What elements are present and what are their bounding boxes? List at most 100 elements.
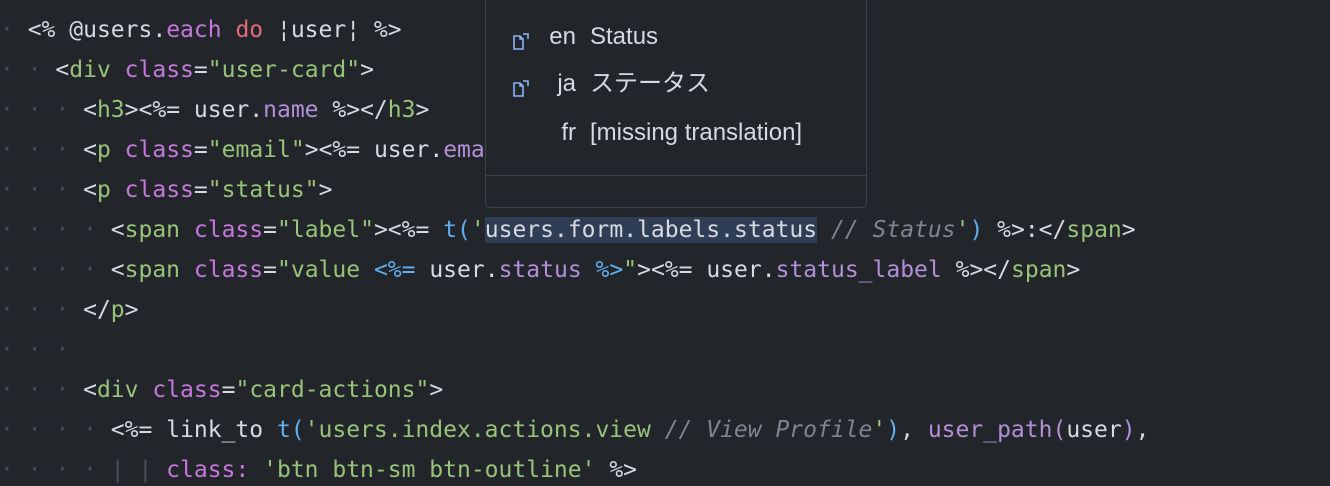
translation-lang: en bbox=[549, 23, 576, 50]
code-token: div bbox=[96, 377, 139, 403]
code-token: " bbox=[623, 257, 638, 283]
code-token: name bbox=[263, 97, 319, 123]
indent-guide: · · · bbox=[0, 337, 84, 363]
code-token: %></ bbox=[941, 257, 1011, 283]
code-token: p bbox=[110, 297, 125, 323]
indent-guide: · bbox=[0, 17, 28, 43]
code-token: < bbox=[83, 97, 97, 123]
code-token: status_label bbox=[775, 257, 942, 283]
code-token: user_path( bbox=[927, 417, 1067, 443]
translation-lang: fr bbox=[561, 119, 576, 146]
code-line[interactable]: · · · <p class="status"> bbox=[0, 170, 332, 210]
code-token: user bbox=[1066, 417, 1122, 443]
code-line[interactable]: · · <div class="user-card"> bbox=[0, 50, 374, 90]
code-token: %> bbox=[595, 457, 638, 483]
indent-guide: · · · bbox=[0, 177, 84, 203]
code-token: class bbox=[152, 377, 222, 403]
code-line[interactable]: · · · <div class="card-actions"> bbox=[0, 370, 443, 410]
translation-row-en[interactable]: en Status bbox=[486, 17, 866, 57]
code-line[interactable]: · <% @users.each do ¦user¦ %> bbox=[0, 10, 402, 50]
code-token: ' bbox=[872, 417, 887, 443]
code-token: = bbox=[193, 57, 208, 83]
code-token: < bbox=[83, 137, 97, 163]
code-token: > bbox=[1121, 217, 1136, 243]
code-token: < bbox=[110, 257, 125, 283]
code-token: "value bbox=[277, 257, 374, 283]
code-token: ><%= user. bbox=[637, 257, 776, 283]
code-token: = bbox=[263, 217, 277, 243]
code-token: = bbox=[193, 137, 208, 163]
code-token: > bbox=[415, 97, 430, 123]
translation-text: [missing translation] bbox=[590, 119, 803, 146]
code-token: = bbox=[193, 177, 208, 203]
code-token: ema bbox=[443, 137, 485, 163]
code-token: user. bbox=[415, 257, 499, 283]
code-token: ¦user¦ %> bbox=[263, 17, 402, 43]
code-token: ><%= user. bbox=[124, 97, 264, 123]
code-token: "card-actions" bbox=[235, 377, 430, 403]
code-token: p bbox=[96, 137, 111, 163]
code-token: <%= link_to bbox=[110, 417, 277, 443]
code-token: "label" bbox=[277, 217, 374, 243]
code-line[interactable]: · · · · <span class="label"><%= t('users… bbox=[0, 210, 1136, 250]
translation-row-ja[interactable]: ja ステータス bbox=[486, 64, 866, 104]
code-token: h3 bbox=[96, 97, 125, 123]
translation-lang: ja bbox=[557, 70, 576, 97]
code-token: p bbox=[96, 177, 111, 203]
code-token: do bbox=[235, 17, 264, 43]
indent-guide: · · · bbox=[0, 297, 84, 323]
code-token: < bbox=[83, 177, 97, 203]
code-line[interactable]: · · · · <%= link_to t('users.index.actio… bbox=[0, 410, 1149, 450]
code-token: > bbox=[124, 297, 139, 323]
code-token: <%= bbox=[373, 257, 416, 283]
code-token: class bbox=[124, 57, 194, 83]
indent-guide: · · · · bbox=[0, 217, 111, 243]
code-token: class bbox=[124, 177, 194, 203]
translation-row-fr[interactable]: fr [missing translation] bbox=[486, 113, 866, 153]
indent-guide: · · bbox=[0, 57, 56, 83]
code-token: <% @users. bbox=[27, 17, 167, 43]
code-token: < bbox=[55, 57, 70, 83]
code-token: t( bbox=[443, 217, 471, 243]
code-line[interactable]: · · · <p class="email"><%= user.ema bbox=[0, 130, 485, 170]
code-line[interactable]: · · · · | | class: 'btn btn-sm btn-outli… bbox=[0, 450, 637, 486]
code-token: < bbox=[83, 377, 97, 403]
code-token: "status" bbox=[207, 177, 319, 203]
code-line[interactable]: · · · bbox=[0, 330, 83, 370]
code-editor[interactable]: · <% @users.each do ¦user¦ %> · · <div cl… bbox=[0, 0, 1330, 486]
code-token: < bbox=[110, 217, 125, 243]
code-token: %></ bbox=[318, 97, 388, 123]
code-token: > bbox=[1066, 257, 1081, 283]
code-token: ) bbox=[886, 417, 901, 443]
code-token: , bbox=[1135, 417, 1150, 443]
code-token: status bbox=[498, 257, 582, 283]
code-token: ) bbox=[1121, 417, 1136, 443]
indent-guide: · · · · bbox=[0, 257, 111, 283]
document-link-icon bbox=[510, 26, 532, 50]
code-line[interactable]: · · · </p> bbox=[0, 290, 139, 330]
code-token: class bbox=[193, 257, 264, 283]
indent-guide: · · · · | | bbox=[0, 457, 167, 483]
code-token: > bbox=[360, 57, 374, 83]
code-token: 'btn btn-sm btn-outline' bbox=[263, 457, 596, 483]
code-token: span bbox=[1066, 217, 1122, 243]
code-token: %>:</ bbox=[983, 217, 1067, 243]
code-token: class bbox=[193, 217, 264, 243]
code-token: ><%= user. bbox=[304, 137, 444, 163]
code-token: "email" bbox=[207, 137, 305, 163]
code-token: </ bbox=[83, 297, 111, 323]
code-line[interactable]: · · · · <span class="value <%= user.stat… bbox=[0, 250, 1080, 290]
code-token: span bbox=[124, 217, 181, 243]
code-token: > bbox=[429, 377, 444, 403]
code-line[interactable]: · · · <h3><%= user.name %></h3> bbox=[0, 90, 429, 130]
code-token: // View Profile bbox=[664, 417, 873, 443]
code-token: t( bbox=[276, 417, 305, 443]
indent-guide: · · · bbox=[0, 377, 84, 403]
